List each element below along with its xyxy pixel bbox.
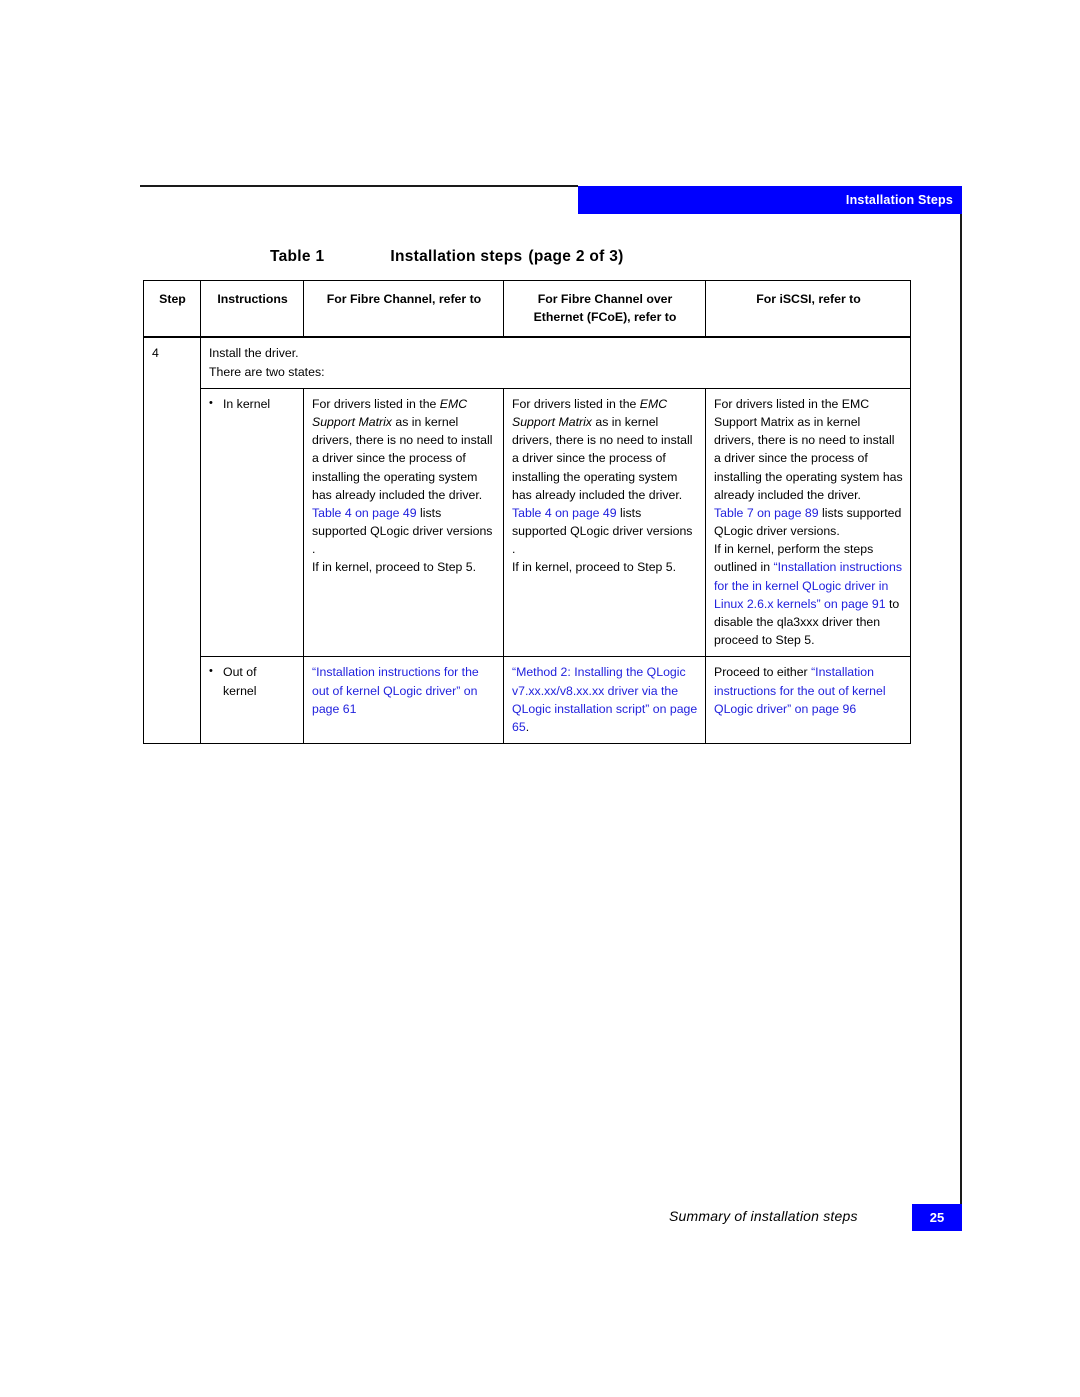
step-number-cell: 4 [143, 336, 201, 745]
step-intro-line1: Install the driver. [209, 346, 299, 361]
column-header-iscsi: For iSCSI, refer to [705, 280, 911, 339]
column-header-fibre-channel: For Fibre Channel, refer to [303, 280, 504, 339]
header-rule [140, 185, 578, 187]
text-fragment: For drivers listed in the [312, 396, 440, 411]
column-header-fcoe-line1: For Fibre Channel over [537, 292, 673, 306]
cell-out-of-kernel-iscsi: Proceed to either “Installation instruct… [705, 656, 911, 745]
table-caption-continuation: (page 2 of 3) [528, 248, 624, 265]
table-caption-number: Table 1 [270, 248, 325, 265]
paragraph: If in kernel, perform the steps outlined… [714, 540, 903, 649]
paragraph: Table 4 on page 49 lists supported QLogi… [512, 504, 698, 559]
paragraph: Table 4 on page 49 lists supported QLogi… [312, 504, 496, 559]
table-header: Step Instructions For Fibre Channel, ref… [143, 280, 911, 339]
column-header-instructions: Instructions [200, 280, 304, 339]
cross-reference-link[interactable]: Table 4 on page 49 [512, 506, 617, 520]
column-header-step: Step [143, 280, 201, 339]
text-fragment: For drivers listed in the [512, 396, 640, 411]
table-row: 4 Install the driver. There are two stat… [143, 336, 911, 745]
state-label-line2: kernel [223, 683, 257, 698]
paragraph: For drivers listed in the EMC Support Ma… [714, 396, 903, 502]
paragraph: For drivers listed in the EMC Support Ma… [512, 395, 698, 504]
state-label-in-kernel: In kernel [223, 396, 271, 411]
step-intro-line2: There are two states: [209, 364, 325, 379]
state-label-line1: Out of [223, 665, 257, 680]
paragraph: “Method 2: Installing the QLogic v7.xx.x… [512, 663, 698, 736]
footer-page-number: 25 [929, 1210, 945, 1225]
cell-out-of-kernel-fcoe: “Method 2: Installing the QLogic v7.xx.x… [503, 656, 706, 745]
installation-steps-table-wrapper: Step Instructions For Fibre Channel, ref… [143, 280, 911, 745]
footer-running-title: Summary of installation steps [669, 1208, 858, 1224]
table-caption: Table 1 Installation steps (page 2 of 3) [270, 248, 624, 266]
state-cell-out-of-kernel: • Out of kernel [200, 656, 304, 745]
cross-reference-link[interactable]: “Method 2: Installing the QLogic v7.xx.x… [512, 665, 697, 734]
header-banner: Installation Steps [578, 186, 962, 214]
header-banner-label: Installation Steps [845, 193, 953, 207]
paragraph: If in kernel, proceed to Step 5. [512, 560, 677, 575]
paragraph: For drivers listed in the EMC Support Ma… [312, 395, 496, 504]
step-intro-cell: Install the driver. There are two states… [200, 336, 911, 389]
table-caption-title: Installation steps [390, 248, 523, 265]
column-header-fcoe-line2: Ethernet (FCoE), refer to [533, 310, 677, 325]
cell-in-kernel-fibre-channel: For drivers listed in the EMC Support Ma… [303, 387, 504, 658]
state-cell-in-kernel: • In kernel [200, 387, 304, 658]
cross-reference-link[interactable]: “Installation instructions for the out o… [312, 665, 479, 715]
bullet-icon: • [209, 665, 213, 678]
table-row: • In kernel For drivers listed in the EM… [144, 387, 911, 658]
cell-out-of-kernel-fibre-channel: “Installation instructions for the out o… [303, 656, 504, 745]
table-row: • Out of kernel “Installation instructio… [144, 656, 911, 745]
paragraph: “Installation instructions for the out o… [312, 663, 496, 718]
installation-steps-table: Step Instructions For Fibre Channel, ref… [143, 280, 911, 745]
page-right-rule [960, 214, 962, 1206]
state-label-out-of-kernel: Out of kernel [223, 663, 296, 699]
cross-reference-link[interactable]: Table 4 on page 49 [312, 506, 417, 520]
text-fragment: . [525, 719, 530, 734]
paragraph: Proceed to either “Installation instruct… [714, 663, 903, 718]
footer-page-number-box: 25 [912, 1204, 962, 1231]
bullet-icon: • [209, 396, 213, 409]
paragraph: Table 7 on page 89 lists supported QLogi… [714, 504, 903, 540]
step-number: 4 [152, 346, 159, 361]
table-header-row: Step Instructions For Fibre Channel, ref… [143, 280, 911, 339]
cell-in-kernel-iscsi: For drivers listed in the EMC Support Ma… [705, 387, 911, 658]
column-header-fcoe: For Fibre Channel over Ethernet (FCoE), … [503, 280, 706, 339]
cell-in-kernel-fcoe: For drivers listed in the EMC Support Ma… [503, 387, 706, 658]
cross-reference-link[interactable]: Table 7 on page 89 [714, 506, 819, 520]
text-fragment: Proceed to either [714, 665, 812, 680]
table-body: 4 Install the driver. There are two stat… [143, 336, 911, 745]
paragraph: If in kernel, proceed to Step 5. [312, 560, 477, 575]
